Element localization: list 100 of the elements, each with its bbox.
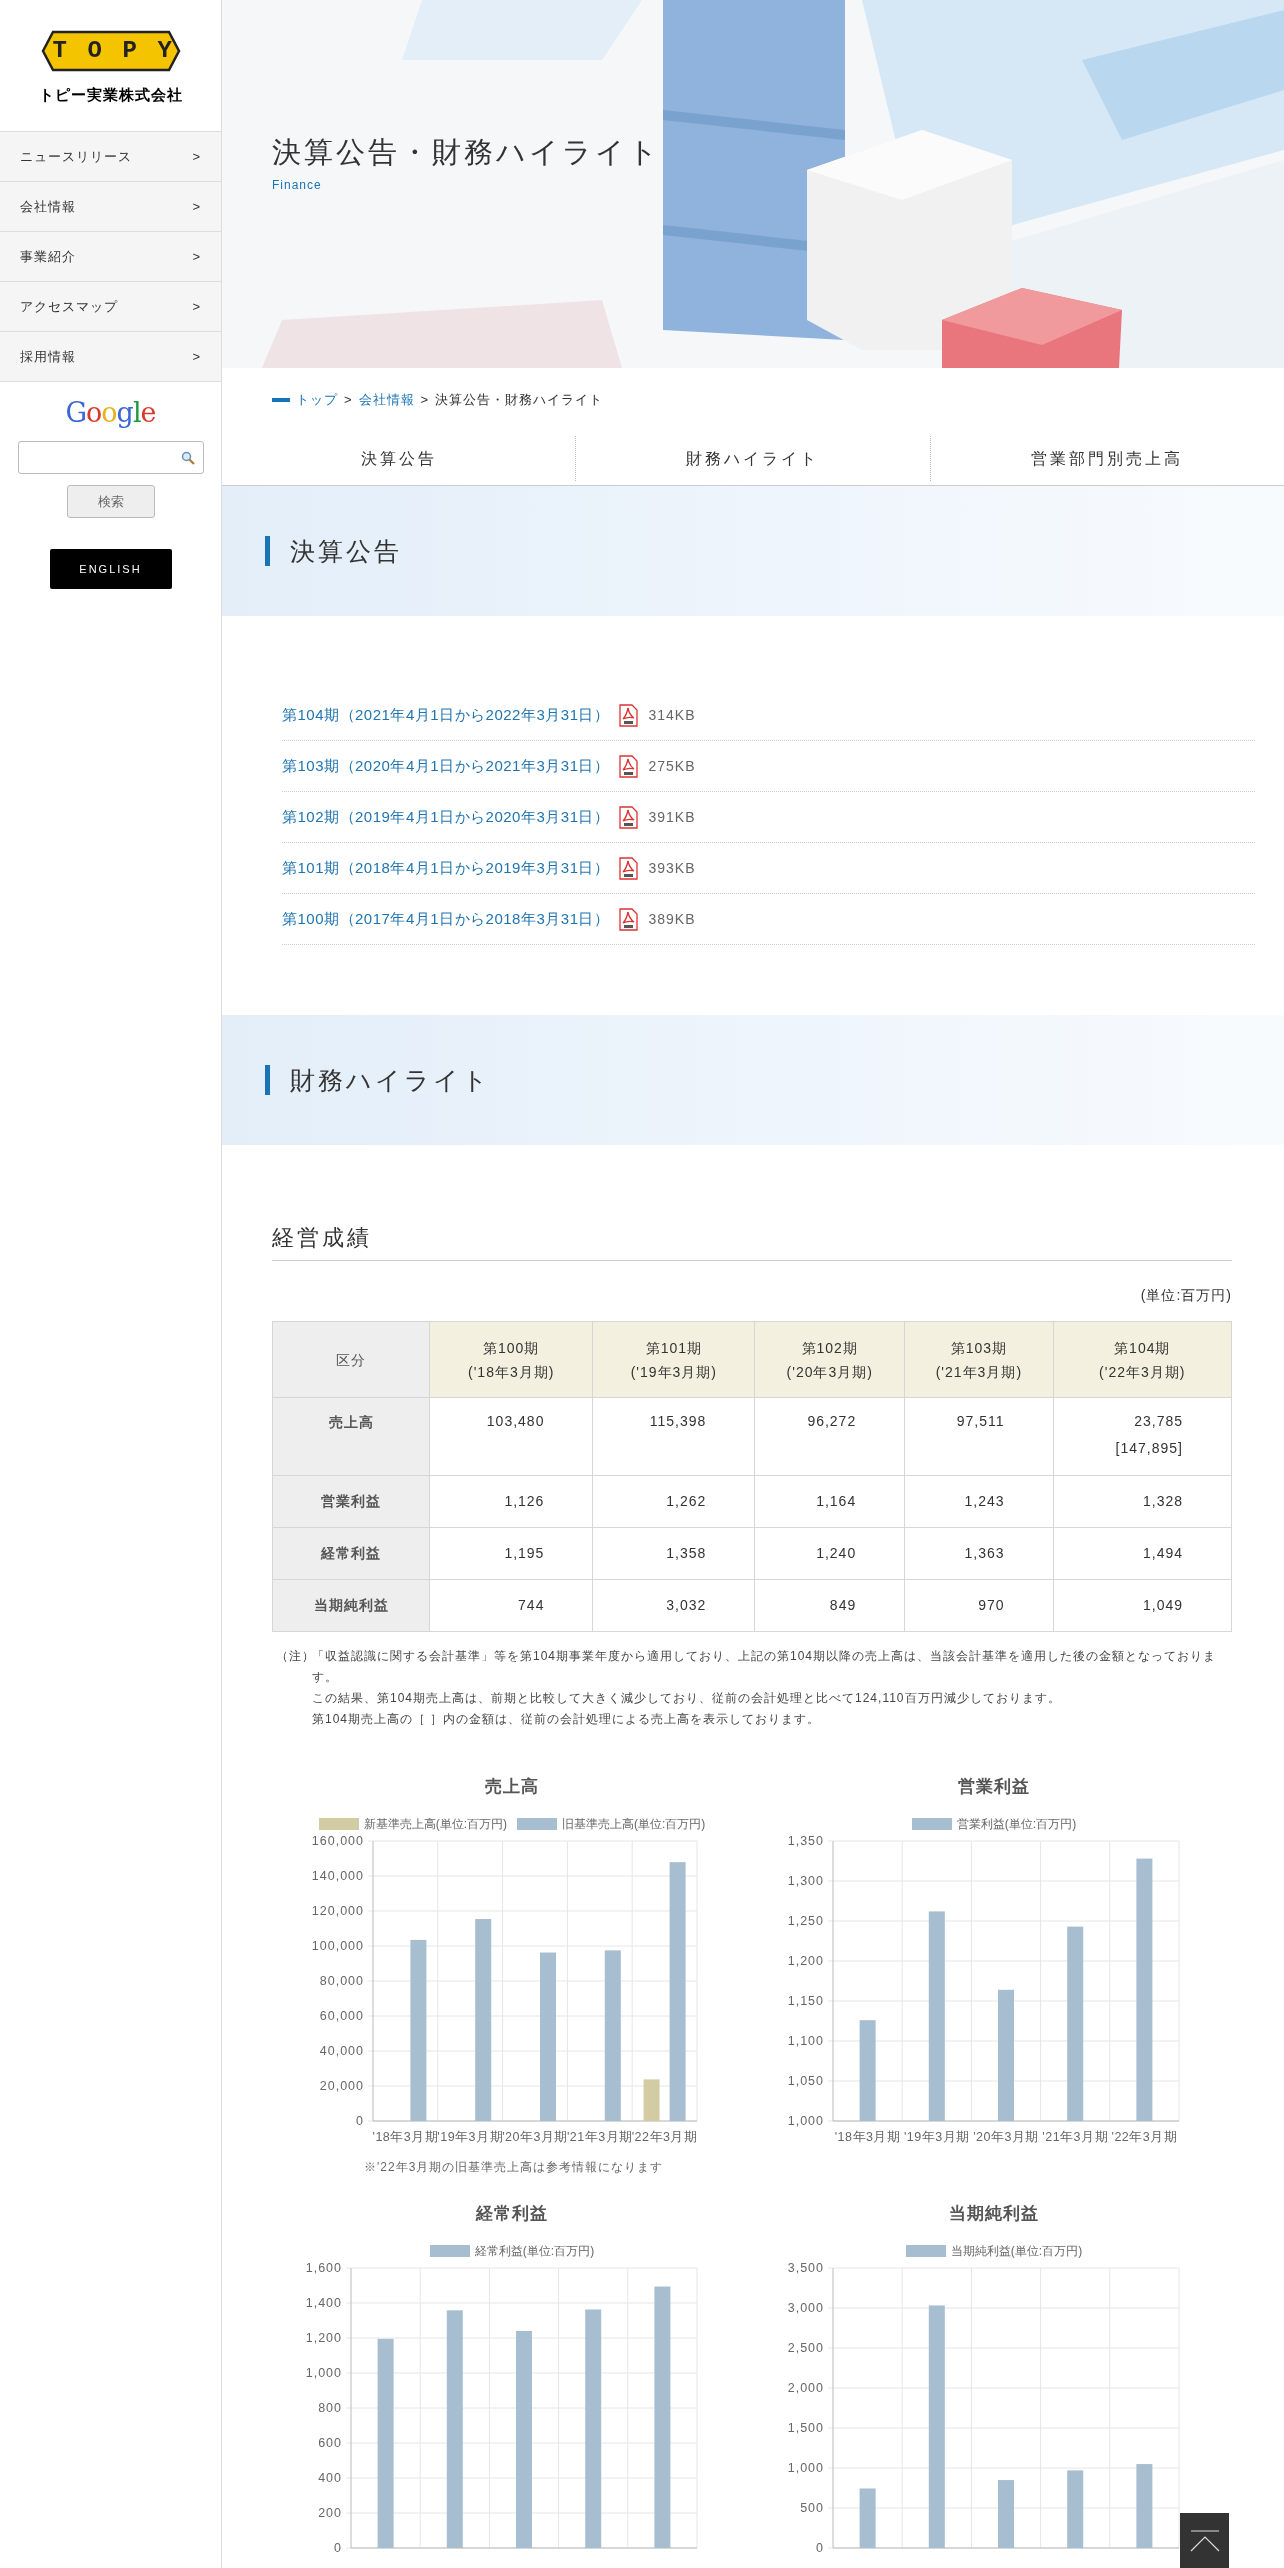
sidebar-menu-item[interactable]: ニュースリリース > (0, 131, 221, 181)
document-link[interactable]: 第100期（2017年4月1日から2018年3月31日） (282, 907, 610, 931)
note-text: この結果、第104期売上高は、前期と比較して大きく減少しており、従前の会計処理と比べて124,110百万円減少しております。 (312, 1690, 1062, 1707)
axis-label: '21年3月期 (1042, 2130, 1109, 2144)
search-field[interactable] (17, 441, 204, 474)
axis-label: 500 (800, 2501, 824, 2515)
column-header: 第102期 ('20年3月期) (754, 1321, 905, 1398)
note-label: （注） (276, 1648, 312, 1665)
search-button[interactable]: 検索 (66, 485, 155, 518)
axis-label: 80,000 (319, 1974, 364, 1988)
chart-bar (998, 2480, 1014, 2548)
axis-label: 0 (816, 2541, 824, 2555)
column-header: 第103期 ('21年3月期) (904, 1321, 1054, 1398)
subsection-heading: 経営成績 (272, 1220, 1232, 1261)
axis-label: '19年3月期 (903, 2130, 970, 2144)
document-link[interactable]: 第103期（2020年4月1日から2021年3月31日） (282, 754, 610, 778)
axis-label: 140,000 (311, 1869, 364, 1883)
breadcrumb-link[interactable]: 会社情報 (358, 390, 415, 410)
axis-label: 3,500 (787, 2261, 824, 2275)
page-subtitle: Finance (272, 177, 323, 194)
note-text: 「収益認識に関する会計基準」等を第104期事業年度から適用しており、上記の第104期以降の売上高は、当該会計基準を適用した後の金額となっております。 (312, 1648, 1218, 1686)
column-header: 区分 (272, 1321, 430, 1398)
pdf-icon[interactable] (619, 805, 639, 829)
file-size: 275KB (648, 756, 696, 776)
axis-label: '20年3月期 (973, 2130, 1039, 2144)
table-cell: 23,785 [147,895] (1053, 1397, 1232, 1476)
document-link[interactable]: 第101期（2018年4月1日から2019年3月31日） (282, 856, 610, 880)
breadcrumb-marker-icon (272, 398, 290, 402)
table-cell: 1,358 (592, 1527, 755, 1580)
axis-label: 160,000 (311, 1834, 364, 1848)
table-cell: 96,272 (754, 1397, 905, 1476)
pdf-icon[interactable] (619, 907, 639, 931)
sidebar-menu-item[interactable]: アクセスマップ > (0, 281, 221, 331)
document-link[interactable]: 第102期（2019年4月1日から2020年3月31日） (282, 805, 610, 829)
table-cell: 115,398 (592, 1397, 755, 1476)
table-cell: 1,363 (904, 1527, 1054, 1580)
table-cell: 3,032 (592, 1579, 755, 1632)
logo-mark[interactable]: TOPY (40, 30, 181, 72)
file-size: 391KB (648, 807, 696, 827)
row-header: 当期純利益 (272, 1579, 430, 1632)
axis-label: 800 (318, 2401, 342, 2415)
chart-title: 営業利益 (958, 1776, 1030, 1799)
unit-label: (単位:百万円) (1140, 1286, 1232, 1305)
chart-bar (643, 2079, 660, 2121)
legend-label: 経常利益(単位:百万円) (474, 2243, 595, 2260)
table-cell: 1,164 (754, 1475, 905, 1528)
axis-label: 1,200 (787, 1954, 824, 1968)
axis-label: 20,000 (319, 2079, 364, 2093)
sidebar-menu-item[interactable]: 事業紹介 > (0, 231, 221, 281)
table-cell: 1,049 (1053, 1579, 1232, 1632)
page-tab[interactable]: 営業部門別売上高 (930, 432, 1284, 485)
pdf-icon[interactable] (619, 856, 639, 880)
breadcrumb-separator: > (344, 391, 353, 410)
breadcrumb-separator: > (420, 391, 430, 410)
row-header: 売上高 (272, 1397, 430, 1476)
sidebar-menu-item[interactable]: 会社情報 > (0, 181, 221, 231)
axis-label: 1,100 (787, 2034, 824, 2048)
chart-title: 経常利益 (476, 2203, 548, 2226)
table-cell: 1,240 (754, 1527, 905, 1580)
table-cell: 1,126 (429, 1475, 593, 1528)
chart-title: 当期純利益 (949, 2203, 1039, 2226)
axis-label: 1,200 (305, 2331, 342, 2345)
legend-label: 新基準売上高(単位:百万円) (363, 1816, 507, 1833)
axis-label: 0 (356, 2114, 364, 2128)
axis-label: '18年3月期 (372, 2130, 439, 2144)
axis-label: '20年3月期 (502, 2130, 568, 2144)
english-button[interactable]: ENGLISH (49, 549, 172, 589)
file-size: 314KB (648, 705, 696, 725)
table-cell: 103,480 (429, 1397, 593, 1476)
page-tab[interactable]: 決算公告 (222, 432, 576, 485)
column-header: 第104期 ('22年3月期) (1053, 1321, 1232, 1398)
table-cell: 1,328 (1053, 1475, 1232, 1528)
axis-label: 600 (318, 2436, 342, 2450)
file-size: 389KB (648, 909, 696, 929)
chart-bar (859, 2488, 876, 2548)
table-cell: 970 (904, 1579, 1054, 1632)
pdf-icon[interactable] (619, 754, 639, 778)
chart-title: 売上高 (485, 1776, 539, 1799)
table-cell: 849 (754, 1579, 905, 1632)
document-link[interactable]: 第104期（2021年4月1日から2022年3月31日） (282, 703, 610, 727)
axis-label: '18年3月期 (834, 2130, 901, 2144)
breadcrumb-link[interactable]: トップ (296, 390, 338, 410)
page-title: 決算公告・財務ハイライト (272, 135, 661, 170)
breadcrumb-current: 決算公告・財務ハイライト (435, 391, 604, 410)
sidebar-menu-item[interactable]: 採用情報 > (0, 331, 221, 381)
company-name: トピー実業株式会社 (38, 85, 183, 105)
axis-label: 400 (318, 2471, 342, 2485)
legend-label: 当期純利益(単位:百万円) (950, 2243, 1083, 2260)
axis-label: 0 (334, 2541, 342, 2555)
axis-label: 2,500 (787, 2341, 824, 2355)
pdf-icon[interactable] (619, 703, 639, 727)
axis-label: 1,350 (787, 1834, 824, 1848)
legend-label: 営業利益(単位:百万円) (956, 1816, 1077, 1833)
column-header: 第101期 ('19年3月期) (592, 1321, 755, 1398)
page-tab[interactable]: 財務ハイライト (576, 432, 930, 485)
axis-label: 100,000 (311, 1939, 364, 1953)
back-to-top-button[interactable] (1180, 2513, 1229, 2568)
legend-label: 旧基準売上高(単位:百万円) (562, 1816, 706, 1833)
axis-label: 40,000 (319, 2044, 364, 2058)
table-cell: 1,243 (904, 1475, 1054, 1528)
